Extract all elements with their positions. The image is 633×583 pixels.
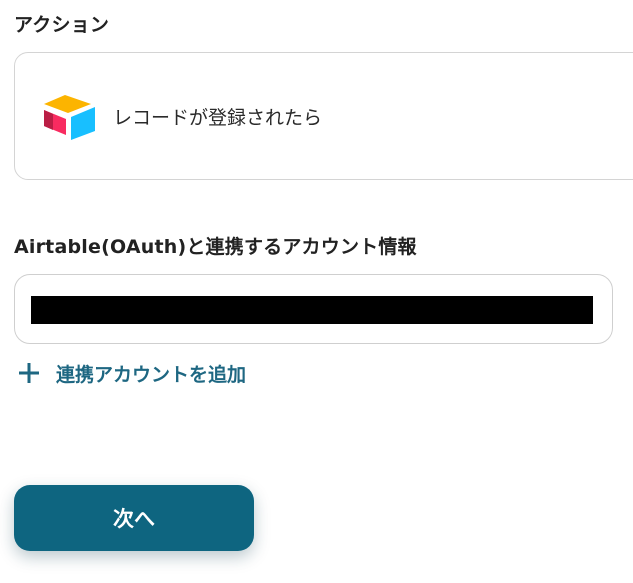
action-text: レコードが登録されたら — [113, 107, 323, 129]
airtable-logo-icon — [41, 93, 97, 141]
page: アクション レコードが登録されたら Airtable(OAuth)と連携するアカ… — [0, 0, 633, 583]
add-account-label: 連携アカウントを追加 — [56, 363, 247, 386]
action-card[interactable]: レコードが登録されたら — [14, 52, 633, 180]
plus-icon — [18, 362, 40, 384]
account-select[interactable] — [14, 274, 613, 344]
account-section-label: Airtable(OAuth)と連携するアカウント情報 — [14, 236, 417, 258]
account-value-redacted — [31, 296, 593, 324]
action-section-label: アクション — [14, 14, 110, 36]
add-account-link[interactable]: 連携アカウントを追加 — [18, 358, 246, 388]
next-button[interactable]: 次へ — [14, 485, 254, 551]
